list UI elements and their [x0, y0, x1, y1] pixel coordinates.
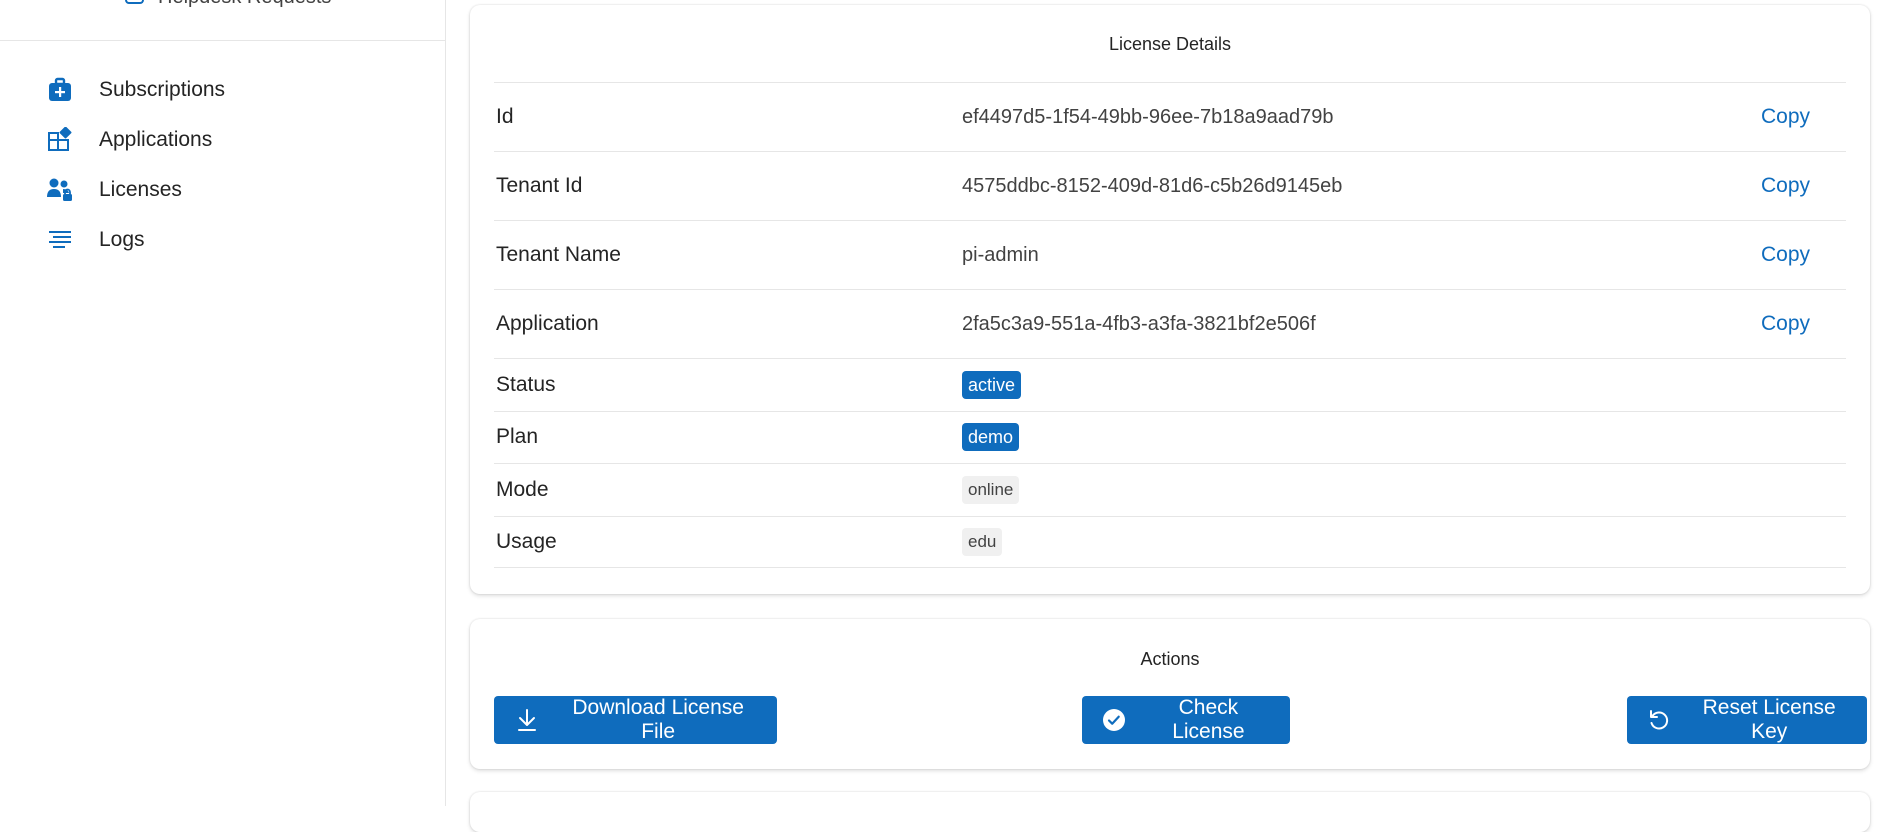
download-license-file-button[interactable]: Download License File: [494, 696, 777, 744]
row-label: Tenant Name: [496, 243, 621, 266]
table-row: Status active: [494, 358, 1846, 411]
copy-application-button[interactable]: Copy: [1761, 312, 1810, 336]
copy-tenant-id-button[interactable]: Copy: [1761, 174, 1810, 198]
sidebar-top-item[interactable]: Helpdesk Requests: [0, 0, 446, 41]
sidebar-item-applications[interactable]: Applications: [0, 115, 446, 165]
download-icon: [514, 707, 539, 733]
status-badge: active: [962, 370, 1022, 399]
copy-id-button[interactable]: Copy: [1761, 105, 1810, 129]
row-value: 2fa5c3a9-551a-4fb3-a3fa-3821bf2e506f: [962, 312, 1316, 335]
sidebar-item-label: Logs: [99, 228, 145, 251]
copy-tenant-name-button[interactable]: Copy: [1761, 243, 1810, 267]
usage-badge: edu: [962, 527, 1003, 556]
plan-badge: demo: [962, 423, 1020, 452]
sidebar-item-label: Licenses: [99, 178, 182, 201]
row-value: 4575ddbc-8152-409d-81d6-c5b26d9145eb: [962, 174, 1343, 197]
button-label: Reset License Key: [1702, 696, 1836, 743]
row-value: ef4497d5-1f54-49bb-96ee-7b18a9aad79b: [962, 105, 1334, 128]
request-icon: [125, 0, 144, 4]
sidebar-item-licenses[interactable]: Licenses: [0, 165, 446, 215]
button-label: Download License File: [572, 696, 744, 743]
apps-add-icon: [46, 126, 74, 154]
sidebar-top-item-label: Helpdesk Requests: [158, 0, 331, 9]
next-card: [470, 792, 1870, 832]
row-label: Usage: [496, 529, 557, 553]
row-label: Plan: [496, 425, 539, 449]
sidebar-nav: Subscriptions Applications Licenses Logs: [0, 65, 446, 265]
row-value: pi-admin: [962, 243, 1039, 266]
arrow-reset-icon: [1647, 707, 1671, 733]
table-row: Mode online: [494, 463, 1846, 516]
actions-card: Actions Download License File Check Lice…: [470, 619, 1870, 769]
row-label: Tenant Id: [496, 174, 583, 197]
button-label: Check License: [1172, 696, 1245, 743]
briefcase-icon: [46, 76, 74, 104]
row-label: Application: [496, 312, 599, 335]
sidebar-item-label: Subscriptions: [99, 78, 226, 101]
table-row: Plan demo: [494, 410, 1846, 464]
mode-badge: online: [962, 475, 1020, 504]
sidebar: Helpdesk Requests Subscriptions Appli: [0, 0, 446, 806]
row-label: Status: [496, 372, 556, 396]
row-label: Mode: [496, 477, 549, 501]
main-content: License Details Id ef4497d5-1f54-49bb-96…: [447, 0, 1889, 832]
card-title: License Details: [1108, 34, 1232, 54]
people-lock-icon: [46, 176, 74, 204]
table-row: Tenant Id 4575ddbc-8152-409d-81d6-c5b26d…: [494, 151, 1846, 220]
row-label: Id: [496, 105, 514, 128]
reset-license-key-button[interactable]: Reset License Key: [1627, 696, 1867, 744]
card-title: Actions: [1140, 649, 1200, 669]
table-row: Usage edu: [494, 515, 1846, 568]
checkmark-circle-icon: [1102, 707, 1127, 733]
table-row: Tenant Name pi-admin Copy: [494, 220, 1846, 289]
license-details-card: License Details Id ef4497d5-1f54-49bb-96…: [470, 5, 1870, 594]
table-row: Application 2fa5c3a9-551a-4fb3-a3fa-3821…: [494, 289, 1846, 358]
table-row: Id ef4497d5-1f54-49bb-96ee-7b18a9aad79b …: [494, 82, 1846, 151]
details-table: Id ef4497d5-1f54-49bb-96ee-7b18a9aad79b …: [494, 82, 1846, 568]
sidebar-item-subscriptions[interactable]: Subscriptions: [0, 65, 446, 115]
sidebar-item-label: Applications: [99, 128, 213, 151]
check-license-button[interactable]: Check License: [1082, 696, 1290, 744]
sidebar-item-logs[interactable]: Logs: [0, 215, 446, 265]
text-align-icon: [46, 226, 74, 254]
